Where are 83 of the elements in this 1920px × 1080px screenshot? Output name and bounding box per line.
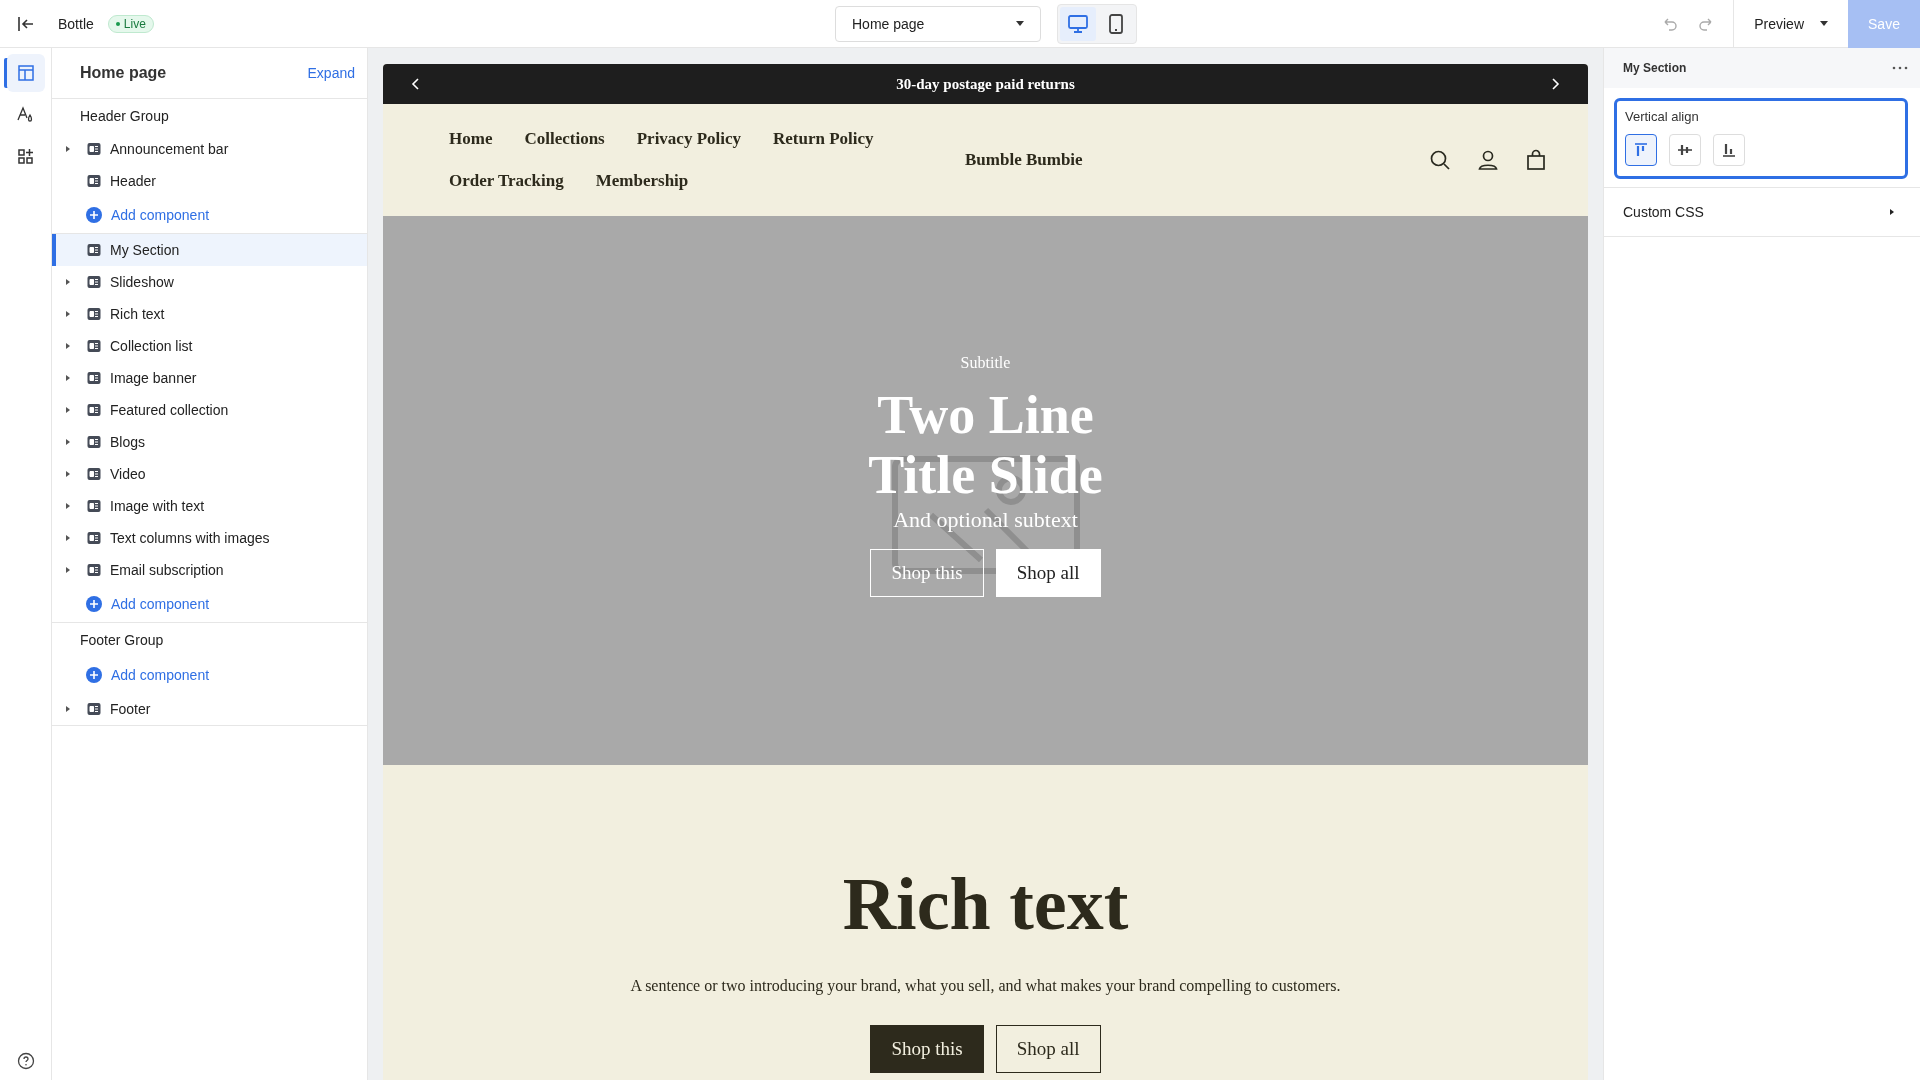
add-component-link[interactable]: Add component bbox=[52, 197, 367, 233]
section-icon bbox=[86, 306, 102, 322]
section-icon bbox=[86, 530, 102, 546]
expand-arrow-icon[interactable] bbox=[64, 342, 72, 350]
rich-text-heading: Rich text bbox=[842, 867, 1129, 941]
custom-css-row[interactable]: Custom CSS bbox=[1604, 187, 1920, 237]
section-item[interactable]: Slideshow bbox=[52, 266, 367, 298]
page-select[interactable]: Home page bbox=[835, 5, 1041, 42]
account-icon[interactable] bbox=[1476, 148, 1500, 172]
section-icon bbox=[86, 701, 102, 717]
section-icon bbox=[86, 338, 102, 354]
plus-icon[interactable] bbox=[86, 667, 102, 683]
hero-title: Two Line Title Slide bbox=[867, 386, 1104, 505]
store-name: Bottle bbox=[58, 15, 94, 32]
shop-button[interactable]: Shop this bbox=[870, 1025, 984, 1073]
nav-link[interactable]: Order Tracking bbox=[449, 171, 564, 191]
align-bottom-icon[interactable] bbox=[1713, 134, 1745, 166]
section-item[interactable]: Email subscription bbox=[52, 554, 367, 586]
section-item[interactable]: Header bbox=[52, 165, 367, 197]
hero-subtext: And optional subtext bbox=[893, 506, 1078, 533]
rich-text-paragraph: A sentence or two introducing your brand, what you sell, and what makes your brand compelling to customers. bbox=[630, 977, 1341, 995]
expand-arrow-icon[interactable] bbox=[64, 145, 72, 153]
expand-arrow-icon[interactable] bbox=[64, 705, 72, 713]
help-icon[interactable] bbox=[16, 1052, 35, 1070]
section-item[interactable]: Image banner bbox=[52, 362, 367, 394]
store-logo-text[interactable]: Bumble Bumbie bbox=[965, 150, 1083, 170]
section-icon bbox=[86, 242, 102, 258]
expand-arrow-icon[interactable] bbox=[64, 534, 72, 542]
align-top-icon[interactable] bbox=[1625, 134, 1657, 166]
section-icon bbox=[86, 370, 102, 386]
desktop-icon[interactable] bbox=[1060, 6, 1096, 41]
expand-arrow-icon[interactable] bbox=[64, 438, 72, 446]
expand-arrow-icon[interactable] bbox=[1888, 208, 1896, 216]
nav-link[interactable]: Return Policy bbox=[773, 129, 874, 149]
layout-icon[interactable] bbox=[6, 54, 45, 92]
section-item[interactable]: Announcement bar bbox=[52, 133, 367, 165]
nav-link[interactable]: Privacy Policy bbox=[636, 129, 742, 149]
section-icon bbox=[86, 498, 102, 514]
shop-button[interactable]: Shop all bbox=[995, 1025, 1101, 1073]
expand-link[interactable]: Expand bbox=[307, 65, 355, 81]
expand-arrow-icon[interactable] bbox=[64, 278, 72, 286]
section-icon bbox=[86, 562, 102, 578]
section-item[interactable]: Text columns with images bbox=[52, 522, 367, 554]
shop-button[interactable]: Shop all bbox=[995, 548, 1101, 597]
section-item[interactable]: Rich text bbox=[52, 298, 367, 330]
more-icon[interactable] bbox=[1892, 66, 1908, 70]
expand-arrow-icon[interactable] bbox=[64, 406, 72, 414]
announcement-text: 30-day postage paid returns bbox=[896, 75, 1075, 93]
search-icon[interactable] bbox=[1428, 148, 1452, 172]
align-middle-icon[interactable] bbox=[1669, 134, 1701, 166]
section-icon bbox=[86, 402, 102, 418]
nav-link[interactable]: Collections bbox=[524, 129, 605, 149]
section-item[interactable]: Footer bbox=[52, 693, 367, 725]
expand-arrow-icon[interactable] bbox=[64, 502, 72, 510]
group-title: Header Group bbox=[79, 107, 170, 126]
section-icon bbox=[86, 466, 102, 482]
plus-icon[interactable] bbox=[86, 207, 102, 223]
section-item[interactable]: Featured collection bbox=[52, 394, 367, 426]
section-item[interactable]: Video bbox=[52, 458, 367, 490]
section-icon bbox=[86, 434, 102, 450]
hero-subtitle: Subtitle bbox=[960, 354, 1011, 373]
expand-arrow-icon[interactable] bbox=[64, 470, 72, 478]
section-item[interactable]: Collection list bbox=[52, 330, 367, 362]
nav-link[interactable]: Home bbox=[449, 129, 493, 149]
nav-link[interactable]: Membership bbox=[595, 171, 689, 191]
section-item[interactable]: Blogs bbox=[52, 426, 367, 458]
expand-arrow-icon[interactable] bbox=[64, 566, 72, 574]
live-badge: Live bbox=[107, 14, 154, 33]
section-icon bbox=[86, 173, 102, 189]
group-title: Footer Group bbox=[79, 631, 165, 650]
field-label: Vertical align bbox=[1625, 109, 1700, 124]
add-component-link[interactable]: Add component bbox=[52, 657, 367, 693]
section-icon bbox=[86, 274, 102, 290]
section-item[interactable]: My Section bbox=[52, 234, 367, 266]
expand-arrow-icon[interactable] bbox=[64, 310, 72, 318]
shopping-bag-icon[interactable] bbox=[1524, 148, 1548, 172]
add-component-link[interactable]: Add component bbox=[52, 586, 367, 622]
section-item[interactable]: Image with text bbox=[52, 490, 367, 522]
expand-arrow-icon[interactable] bbox=[64, 374, 72, 382]
plus-icon[interactable] bbox=[86, 596, 102, 612]
sidebar-title: Home page bbox=[80, 64, 167, 82]
section-icon bbox=[86, 141, 102, 157]
panel-title: My Section bbox=[1623, 61, 1687, 75]
